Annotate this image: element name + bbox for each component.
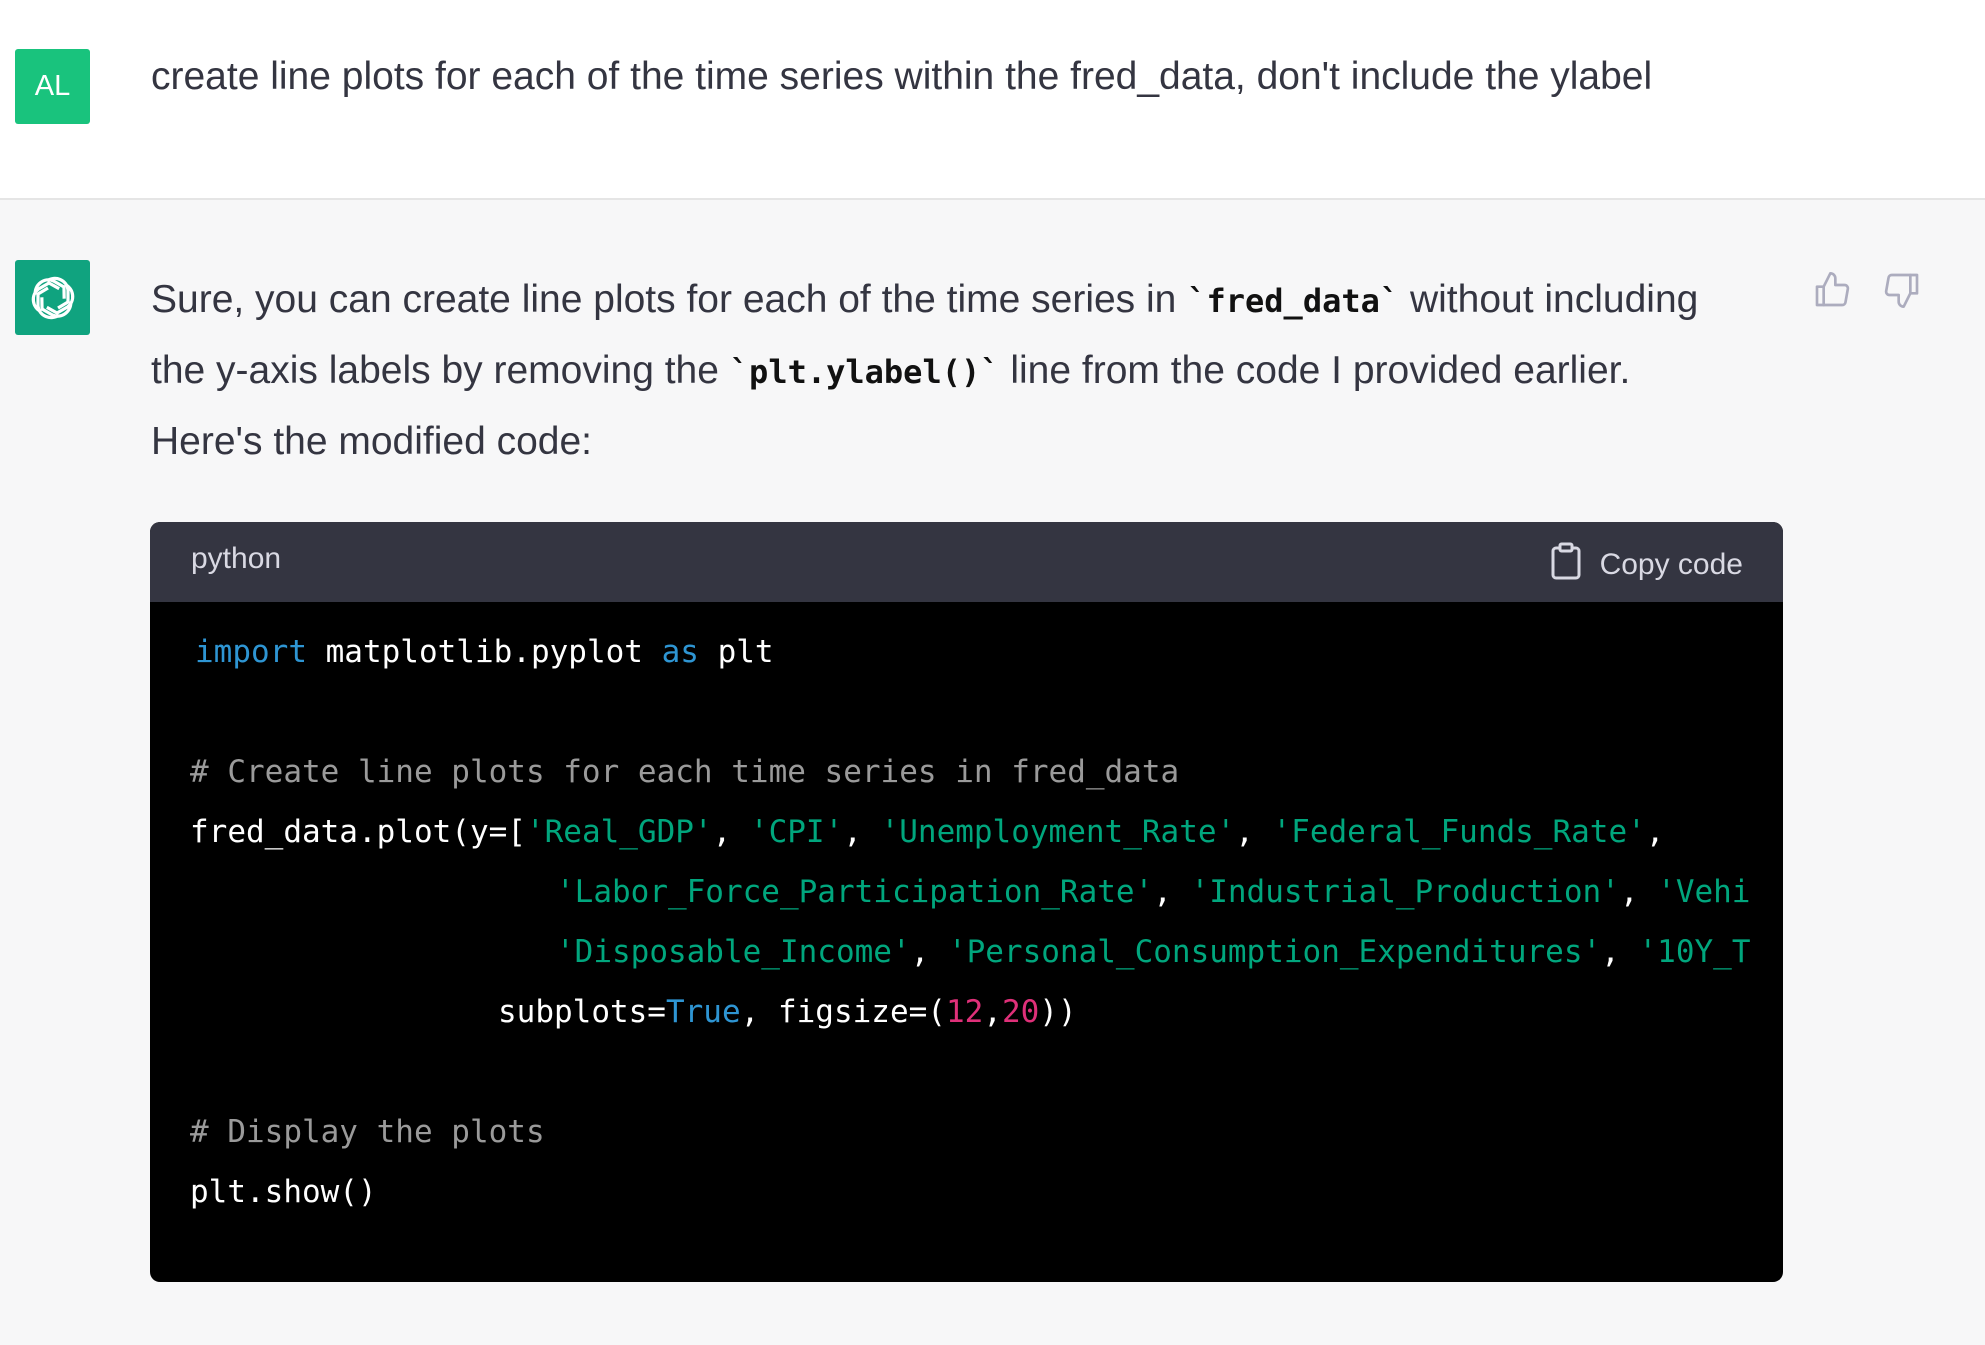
code-token: matplotlib.pyplot <box>306 634 662 670</box>
code-string: 'Disposable_Income' <box>556 934 911 970</box>
code-language-label: python <box>191 542 282 575</box>
code-line-comment-1: # Create line plots for each time series… <box>190 754 1180 790</box>
user-message-row: AL create line plots for each of the tim… <box>0 0 1985 200</box>
code-string: 'Labor_Force_Participation_Rate' <box>556 874 1154 910</box>
code-token: , <box>712 814 750 850</box>
code-block-header: python Copy code <box>150 522 1783 602</box>
code-token: True <box>665 994 741 1030</box>
code-line-subplots: subplots=True, figsize=(12,20)) <box>498 994 1077 1030</box>
openai-logo-icon <box>15 260 90 335</box>
code-string: '10Y_T <box>1638 934 1751 970</box>
assistant-text-part1: Sure, you can create line plots for each… <box>151 278 1188 321</box>
code-line-1: import matplotlib.pyplot as plt <box>195 634 774 670</box>
user-avatar: AL <box>15 49 90 124</box>
code-token: subplots= <box>498 994 666 1030</box>
copy-code-button[interactable]: Copy code <box>1550 542 1743 588</box>
code-token: as <box>661 634 699 670</box>
code-token: plt <box>698 634 774 670</box>
code-number: 12 <box>945 994 984 1030</box>
thumbs-up-icon[interactable] <box>1812 270 1852 315</box>
inline-code-fred-data: `fred_data` <box>1187 282 1400 320</box>
code-string: 'CPI' <box>749 814 844 850</box>
code-string: 'Unemployment_Rate' <box>880 814 1236 850</box>
code-token: import <box>195 634 307 670</box>
code-block: python Copy code import matplotlib.pyplo… <box>150 522 1783 1282</box>
code-string: 'Vehi <box>1657 874 1751 910</box>
code-string: 'Real_GDP' <box>525 814 713 850</box>
code-line-show: plt.show() <box>190 1174 377 1210</box>
code-body[interactable]: import matplotlib.pyplot as plt # Create… <box>150 602 1783 1282</box>
code-line-series-3: 'Disposable_Income', 'Personal_Consumpti… <box>556 934 1750 970</box>
code-line-plot-call: fred_data.plot(y=['Real_GDP', 'CPI', 'Un… <box>190 814 1664 850</box>
code-line-series-2: 'Labor_Force_Participation_Rate', 'Indus… <box>556 874 1750 910</box>
code-number: 20 <box>1001 994 1040 1030</box>
user-message-text: create line plots for each of the time s… <box>151 55 1653 98</box>
assistant-message-text: Sure, you can create line plots for each… <box>151 265 1751 477</box>
code-token: , <box>910 934 948 970</box>
code-line-comment-2: # Display the plots <box>190 1114 545 1150</box>
thumbs-down-icon[interactable] <box>1882 270 1922 315</box>
code-token: , figsize=( <box>740 994 946 1030</box>
code-token: , <box>1619 874 1658 910</box>
code-string: 'Federal_Funds_Rate' <box>1272 814 1646 850</box>
code-token: , <box>843 814 881 850</box>
code-token: )) <box>1039 994 1077 1030</box>
code-token: , <box>1645 814 1665 850</box>
clipboard-icon <box>1550 542 1582 588</box>
code-string: 'Personal_Consumption_Expenditures' <box>947 934 1602 970</box>
copy-code-label: Copy code <box>1599 548 1743 581</box>
code-token: , <box>1601 934 1639 970</box>
inline-code-plt-ylabel: `plt.ylabel()` <box>729 353 1000 391</box>
code-string: 'Industrial_Production' <box>1190 874 1620 910</box>
code-token: fred_data.plot(y=[ <box>190 814 526 850</box>
code-token: , <box>1153 874 1191 910</box>
code-token: , <box>1235 814 1273 850</box>
code-token: , <box>983 994 1002 1030</box>
